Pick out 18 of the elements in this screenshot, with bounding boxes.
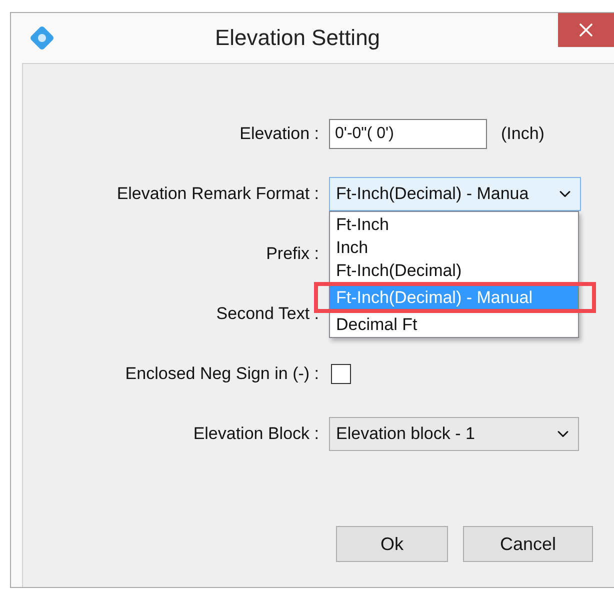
window-title: Elevation Setting bbox=[214, 25, 382, 51]
ok-button[interactable]: Ok bbox=[336, 526, 448, 562]
dropdown-option[interactable]: Decimal Ft bbox=[330, 313, 578, 336]
unit-label: (Inch) bbox=[501, 124, 544, 144]
checkbox[interactable] bbox=[331, 364, 351, 384]
format-dropdown[interactable]: Ft-Inch(Decimal) - Manua bbox=[329, 177, 581, 211]
block-dropdown[interactable]: Elevation block - 1 bbox=[329, 417, 579, 451]
close-button[interactable] bbox=[558, 13, 614, 47]
field-label: Prefix : bbox=[265, 244, 319, 264]
dropdown-option[interactable]: Inch bbox=[330, 236, 578, 259]
field-label: Enclosed Neg Sign in (-) : bbox=[124, 364, 319, 384]
dropdown-option[interactable]: Ft-Inch(Decimal) bbox=[330, 259, 578, 282]
field-label: Elevation Block : bbox=[192, 424, 319, 444]
elevation-input[interactable]: 0'-0"( 0') bbox=[329, 119, 487, 149]
field-label: Elevation Remark Format : bbox=[116, 184, 319, 204]
field-label: Elevation : bbox=[238, 124, 319, 144]
dropdown-option[interactable]: Ft-Inch bbox=[330, 213, 578, 236]
cancel-button[interactable]: Cancel bbox=[463, 526, 593, 562]
